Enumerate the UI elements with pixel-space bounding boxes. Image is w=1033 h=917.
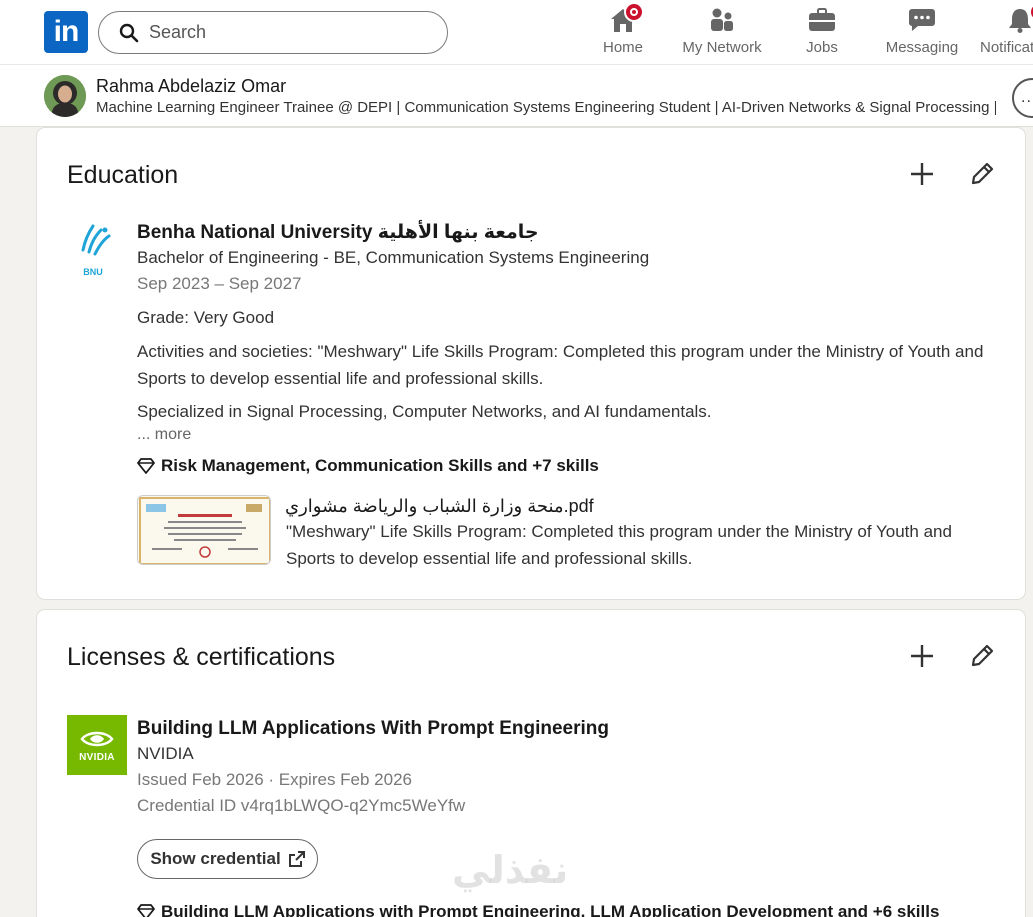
media-description: "Meshwary" Life Skills Program: Complete… (286, 522, 952, 568)
profile-name: Rahma Abdelaziz Omar (96, 76, 287, 96)
see-more-link[interactable]: ... more (137, 426, 191, 444)
grade: Grade: Very Good (137, 308, 275, 327)
nav-home[interactable]: Home (573, 2, 673, 60)
search-icon (119, 23, 139, 42)
edit-licenses-button[interactable] (962, 636, 1002, 676)
search-box[interactable] (98, 11, 448, 54)
show-credential-label: Show credential (150, 849, 281, 868)
pencil-icon (971, 162, 994, 185)
media-title[interactable]: منحة وزارة الشباب والرياضة مشواري.pdf (285, 496, 594, 517)
nav-notifications-label: Notifications (980, 39, 1033, 56)
search-input[interactable] (149, 22, 429, 43)
education-description: Specialized in Signal Processing, Comput… (137, 402, 712, 421)
notification-badge (624, 2, 644, 22)
diamond-icon (137, 904, 155, 917)
jobs-icon (807, 6, 837, 34)
home-icon (608, 2, 644, 34)
issuer-logo[interactable]: NVIDIA (67, 715, 127, 775)
plus-icon (911, 163, 933, 185)
school-logo[interactable]: BNU (75, 222, 119, 278)
license-skills[interactable]: Building LLM Applications with Prompt En… (137, 902, 939, 917)
education-skills[interactable]: Risk Management, Communication Skills an… (137, 456, 599, 476)
messaging-icon (907, 6, 937, 34)
more-icon: ... (1021, 89, 1033, 106)
license-skills-text: Building LLM Applications with Prompt En… (161, 902, 940, 917)
media-thumbnail[interactable] (137, 495, 271, 565)
add-license-button[interactable] (902, 636, 942, 676)
add-education-button[interactable] (902, 154, 942, 194)
nav-my-network[interactable]: My Network (672, 6, 772, 60)
school-logo-text: BNU (83, 267, 103, 277)
nav-messaging[interactable]: Messaging (872, 6, 972, 60)
external-link-icon (288, 851, 305, 867)
edit-education-button[interactable] (962, 154, 1002, 194)
nav-messaging-label: Messaging (885, 39, 959, 56)
profile-headline: Machine Learning Engineer Trainee @ DEPI… (96, 99, 996, 116)
nav-my-network-label: My Network (682, 39, 762, 56)
licenses-title: Licenses & certifications (67, 643, 336, 671)
education-skills-text: Risk Management, Communication Skills an… (161, 456, 599, 475)
linkedin-logo[interactable]: in (44, 11, 88, 53)
avatar[interactable] (44, 75, 86, 117)
education-dates: Sep 2023 – Sep 2027 (137, 274, 302, 293)
nav-home-label: Home (602, 39, 643, 56)
cert-name[interactable]: Building LLM Applications With Prompt En… (137, 718, 609, 740)
education-title: Education (67, 161, 179, 189)
show-credential-button[interactable]: Show credential (137, 839, 318, 879)
global-nav: in Home My Network (0, 0, 1033, 65)
school-name[interactable]: Benha National University جامعة بنها الأ… (137, 221, 539, 244)
notifications-icon (1005, 6, 1033, 34)
diamond-icon (137, 458, 155, 474)
credential-id: Credential ID v4rq1bLWQO-q2Ymc5WeYfw (137, 796, 466, 815)
nav-jobs[interactable]: Jobs (772, 6, 872, 60)
activities-text: Activities and societies: "Meshwary" Lif… (137, 342, 984, 388)
education-section: Education BNU Benha National University … (36, 127, 1026, 600)
my-network-icon (707, 6, 737, 34)
issue-dates: Issued Feb 2026 · Expires Feb 2026 (137, 770, 412, 789)
certificate-thumbnail-icon (139, 497, 270, 564)
watermark: نفذلي (452, 850, 569, 892)
profile-sticky-bar: Rahma Abdelaziz Omar Machine Learning En… (0, 65, 1033, 127)
pencil-icon (971, 644, 994, 667)
plus-icon (911, 645, 933, 667)
issuer-logo-text: NVIDIA (79, 751, 115, 763)
degree: Bachelor of Engineering - BE, Communicat… (137, 248, 650, 267)
issuer: NVIDIA (137, 744, 194, 763)
bnu-logo-icon (81, 224, 111, 256)
nvidia-eye-icon (80, 731, 114, 746)
nav-notifications[interactable]: Notifications (970, 6, 1033, 60)
nav-jobs-label: Jobs (806, 39, 838, 56)
